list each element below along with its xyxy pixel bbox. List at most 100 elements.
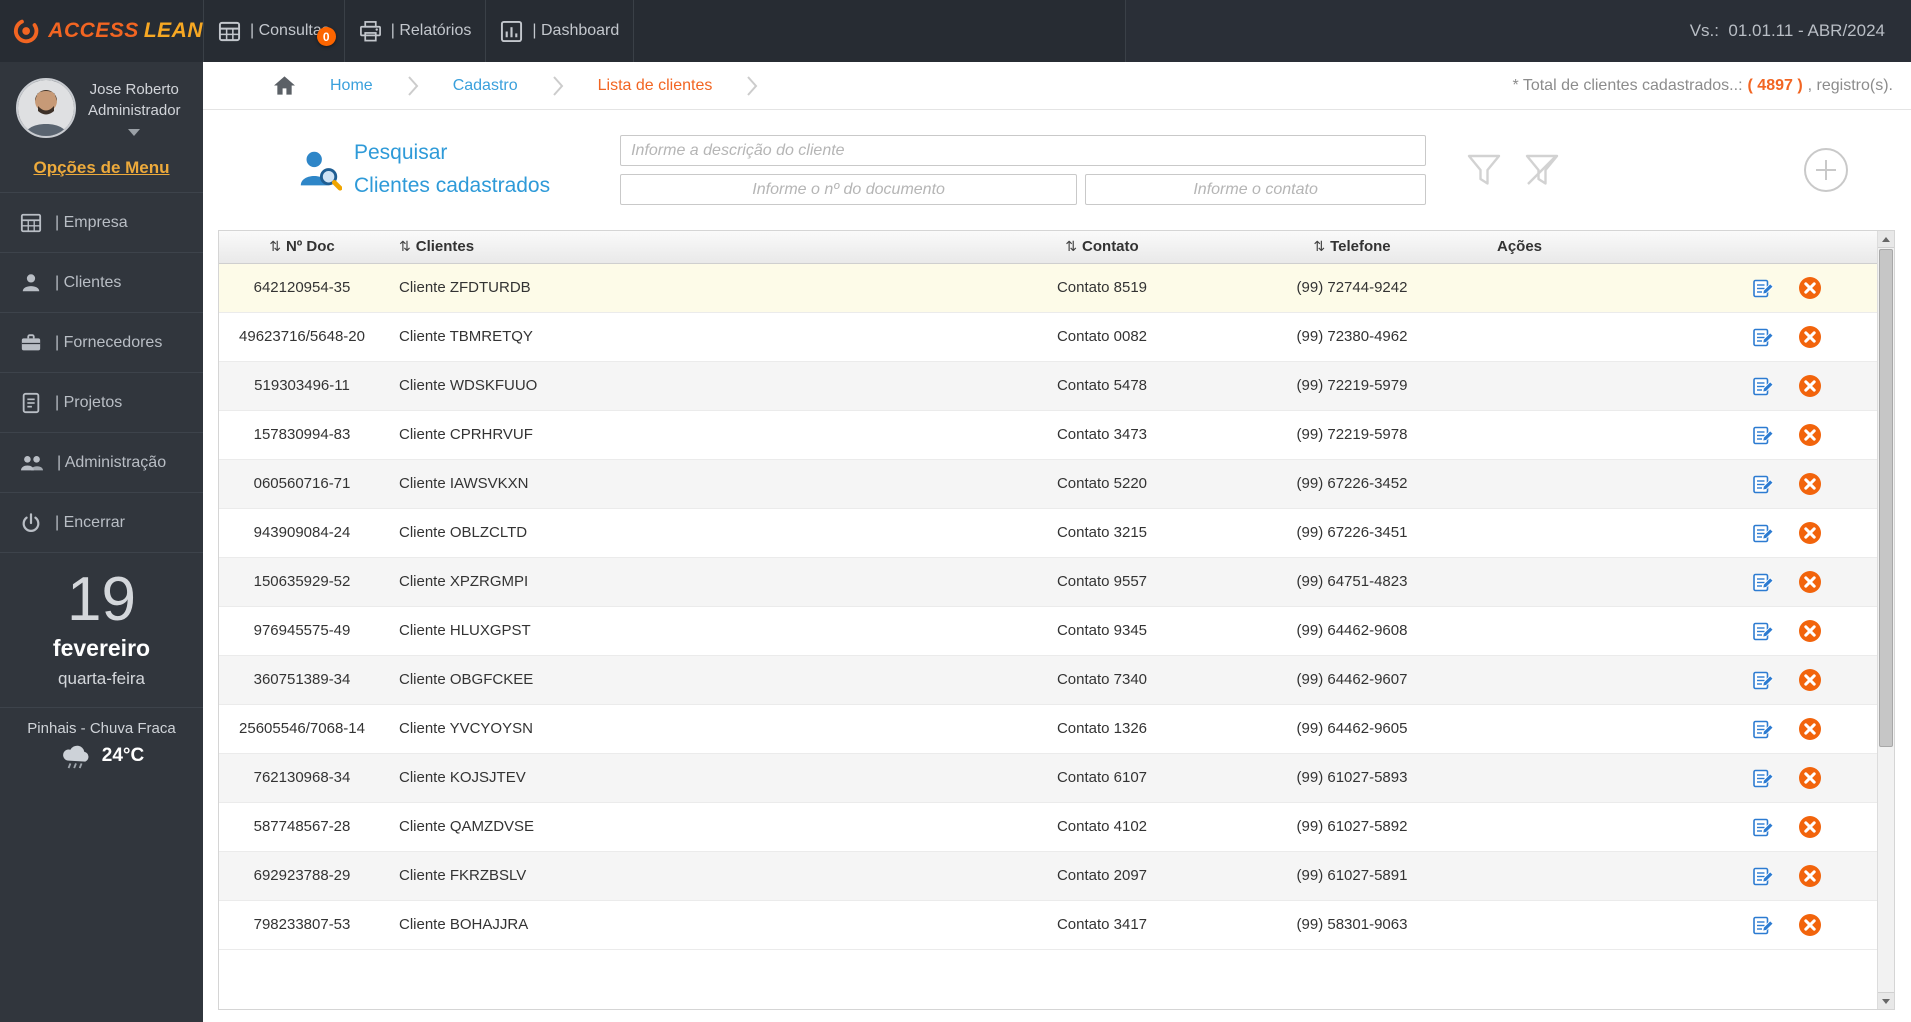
delete-x-icon <box>1799 864 1821 887</box>
table-scrollbar[interactable] <box>1877 231 1894 1009</box>
breadcrumb-chevron-icon <box>746 75 758 97</box>
nav-item-consultas[interactable]: | Consultas 0 <box>203 0 344 62</box>
scroll-up-button[interactable] <box>1878 231 1894 248</box>
table-row[interactable]: 157830994-83 Cliente CPRHRVUF Contato 34… <box>219 410 1877 460</box>
sidebar-item-label: | Encerrar <box>55 513 125 531</box>
sidebar-item-clientes[interactable]: | Clientes <box>0 253 203 313</box>
edit-row-button[interactable] <box>1752 473 1774 495</box>
table-row[interactable]: 060560716-71 Cliente IAWSVKXN Contato 52… <box>219 459 1877 509</box>
logo-swirl-icon <box>13 18 39 44</box>
edit-row-button[interactable] <box>1752 375 1774 397</box>
calendar-day: 19 <box>67 565 136 634</box>
sort-icon: ⇅ <box>1313 238 1326 255</box>
sidebar-item-encerrar[interactable]: | Encerrar <box>0 493 203 553</box>
user-menu-chevron-down-icon[interactable] <box>128 128 141 136</box>
column-header-label: Nº Doc <box>285 238 335 256</box>
delete-row-button[interactable] <box>1798 325 1822 349</box>
menu-title[interactable]: Opções de Menu <box>0 144 203 192</box>
cell-actions <box>1477 557 1877 607</box>
edit-icon <box>1753 769 1774 787</box>
clear-filter-button[interactable] <box>1522 150 1562 190</box>
delete-row-button[interactable] <box>1798 766 1822 790</box>
total-records-suffix: , registro(s). <box>1807 76 1893 94</box>
delete-row-button[interactable] <box>1798 472 1822 496</box>
edit-icon <box>1753 671 1774 689</box>
table-row[interactable]: 150635929-52 Cliente XPZRGMPI Contato 95… <box>219 557 1877 607</box>
column-header-label: Contato <box>1082 238 1139 256</box>
add-client-button[interactable] <box>1803 147 1849 193</box>
edit-row-button[interactable] <box>1752 424 1774 446</box>
delete-row-button[interactable] <box>1798 521 1822 545</box>
delete-row-button[interactable] <box>1798 276 1822 300</box>
delete-row-button[interactable] <box>1798 423 1822 447</box>
delete-row-button[interactable] <box>1798 815 1822 839</box>
breadcrumb-item-lista-de-clientes[interactable]: Lista de clientes <box>598 77 713 95</box>
scrollbar-thumb[interactable] <box>1879 249 1893 747</box>
delete-row-button[interactable] <box>1798 570 1822 594</box>
edit-row-button[interactable] <box>1752 816 1774 838</box>
edit-row-button[interactable] <box>1752 914 1774 936</box>
scroll-down-button[interactable] <box>1878 992 1894 1009</box>
table-row[interactable]: 762130968-34 Cliente KOJSJTEV Contato 61… <box>219 753 1877 803</box>
table-row[interactable]: 519303496-11 Cliente WDSKFUUO Contato 54… <box>219 361 1877 411</box>
table-row[interactable]: 49623716/5648-20 Cliente TBMRETQY Contat… <box>219 312 1877 362</box>
delete-x-icon <box>1799 815 1821 838</box>
delete-row-button[interactable] <box>1798 619 1822 643</box>
sidebar-item-administracao[interactable]: | Administração <box>0 433 203 493</box>
delete-row-button[interactable] <box>1798 668 1822 692</box>
column-header-ndoc[interactable]: ⇅ Nº Doc <box>219 231 385 264</box>
column-header-clientes[interactable]: ⇅ Clientes <box>385 231 977 264</box>
table-row[interactable]: 642120954-35 Cliente ZFDTURDB Contato 85… <box>219 263 1877 313</box>
home-icon[interactable] <box>273 75 296 96</box>
delete-x-icon <box>1799 913 1821 936</box>
sidebar-item-empresa[interactable]: | Empresa <box>0 193 203 253</box>
cell-phone: (99) 61027-5891 <box>1227 851 1477 901</box>
table-row[interactable]: 360751389-34 Cliente OBGFCKEE Contato 73… <box>219 655 1877 705</box>
edit-row-button[interactable] <box>1752 669 1774 691</box>
sidebar-item-projetos[interactable]: | Projetos <box>0 373 203 433</box>
table-row[interactable]: 692923788-29 Cliente FKRZBSLV Contato 20… <box>219 851 1877 901</box>
table-row[interactable]: 798233807-53 Cliente BOHAJJRA Contato 34… <box>219 900 1877 950</box>
edit-row-button[interactable] <box>1752 571 1774 593</box>
search-title-line2: Clientes cadastrados <box>354 174 551 197</box>
column-header-telefone[interactable]: ⇅ Telefone <box>1227 231 1477 264</box>
cell-phone: (99) 64462-9605 <box>1227 704 1477 754</box>
nav-item-relatorios[interactable]: | Relatórios <box>343 0 486 62</box>
breadcrumb-item-cadastro[interactable]: Cadastro <box>453 77 518 95</box>
breadcrumb-item-home[interactable]: Home <box>330 77 373 95</box>
logo-part2: LEAN <box>143 19 203 42</box>
calendar-weekday: quarta-feira <box>58 669 145 688</box>
edit-icon <box>1753 475 1774 493</box>
sidebar-item-fornecedores[interactable]: | Fornecedores <box>0 313 203 373</box>
delete-row-button[interactable] <box>1798 374 1822 398</box>
column-header-contato[interactable]: ⇅ Contato <box>977 231 1227 264</box>
delete-row-button[interactable] <box>1798 913 1822 937</box>
table-row[interactable]: 976945575-49 Cliente HLUXGPST Contato 93… <box>219 606 1877 656</box>
cell-phone: (99) 61027-5892 <box>1227 802 1477 852</box>
edit-row-button[interactable] <box>1752 767 1774 789</box>
edit-row-button[interactable] <box>1752 620 1774 642</box>
table-row[interactable]: 943909084-24 Cliente OBLZCLTD Contato 32… <box>219 508 1877 558</box>
client-description-input[interactable] <box>620 135 1427 166</box>
edit-row-button[interactable] <box>1752 522 1774 544</box>
table-row[interactable]: 25605546/7068-14 Cliente YVCYOYSN Contat… <box>219 704 1877 754</box>
table-header-row: ⇅ Nº Doc ⇅ Clientes ⇅ Contato ⇅ Telefone Açõ <box>219 231 1877 264</box>
edit-row-button[interactable] <box>1752 718 1774 740</box>
sort-icon: ⇅ <box>399 238 411 255</box>
contact-input[interactable] <box>1085 174 1427 205</box>
delete-row-button[interactable] <box>1798 717 1822 741</box>
sidebar-item-label: | Projetos <box>55 393 123 411</box>
delete-x-icon <box>1799 766 1821 789</box>
cell-phone: (99) 64751-4823 <box>1227 557 1477 607</box>
filter-button[interactable] <box>1464 150 1504 190</box>
edit-row-button[interactable] <box>1752 865 1774 887</box>
cell-phone: (99) 72219-5979 <box>1227 361 1477 411</box>
edit-row-button[interactable] <box>1752 326 1774 348</box>
table-row[interactable]: 587748567-28 Cliente QAMZDVSE Contato 41… <box>219 802 1877 852</box>
edit-row-button[interactable] <box>1752 277 1774 299</box>
breadcrumb-chevron-icon <box>552 75 564 97</box>
user-avatar[interactable] <box>16 78 76 138</box>
document-number-input[interactable] <box>620 174 1078 205</box>
delete-row-button[interactable] <box>1798 864 1822 888</box>
nav-item-dashboard[interactable]: | Dashboard <box>485 0 635 62</box>
